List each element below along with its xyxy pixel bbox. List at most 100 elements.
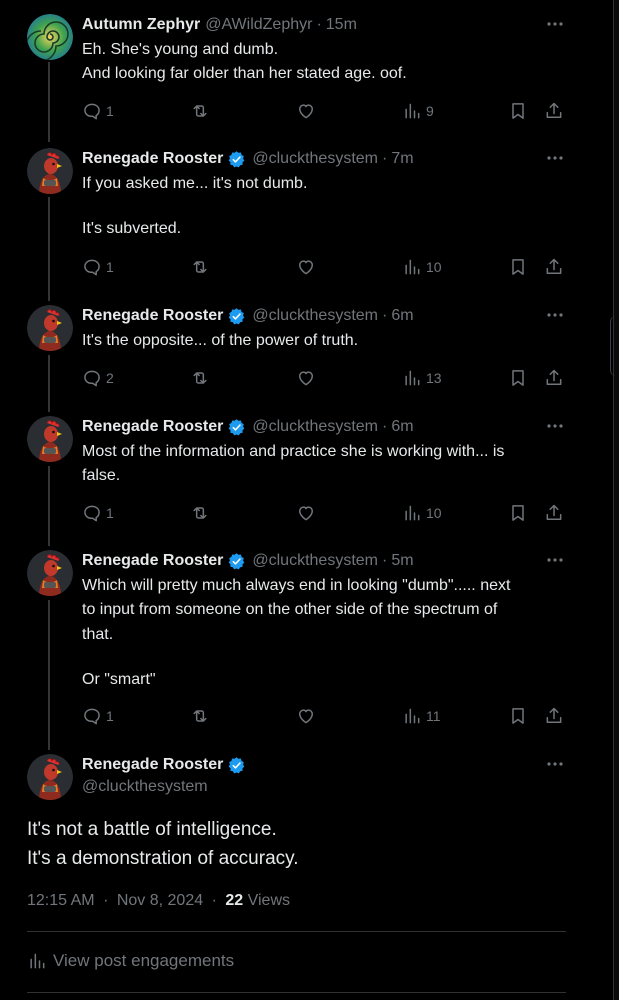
conversation-thread: Autumn Zephyr @AWildZephyr · 15m Eh. She…	[0, 0, 619, 1000]
separator: ·	[381, 307, 388, 324]
reply-tweet[interactable]: Renegade Rooster @cluckthesystem · 7m If…	[0, 148, 600, 283]
reply-tweet[interactable]: Renegade Rooster @cluckthesystem · 5m Wh…	[0, 550, 600, 735]
more-icon[interactable]	[545, 150, 565, 166]
timestamp[interactable]: 15m	[326, 16, 357, 34]
author-name[interactable]: Autumn Zephyr	[82, 16, 200, 34]
action-bar: 1 9	[82, 100, 572, 122]
share-button[interactable]	[544, 367, 564, 389]
tweet-line: And looking far older than her stated ag…	[82, 65, 407, 83]
reply-button[interactable]: 1	[82, 502, 114, 524]
separator: ·	[381, 552, 388, 569]
reply-icon	[84, 259, 100, 276]
share-button[interactable]	[544, 256, 564, 278]
main-post-text: It's not a battle of intelligence. It's …	[27, 816, 567, 873]
author-name[interactable]: Renegade Rooster	[82, 418, 223, 436]
timestamp[interactable]: 7m	[391, 150, 413, 168]
like-icon	[299, 260, 313, 275]
like-icon	[299, 709, 313, 724]
verified-badge-icon	[227, 552, 246, 571]
author-handle[interactable]: @cluckthesystem	[252, 552, 378, 570]
author-name[interactable]: Renegade Rooster	[82, 150, 223, 168]
like-icon	[299, 104, 313, 119]
repost-button[interactable]	[190, 367, 210, 389]
repost-button[interactable]	[190, 705, 210, 727]
tweet-text: It's the opposite... of the power of tru…	[82, 329, 567, 353]
author-handle[interactable]: @cluckthesystem	[252, 307, 378, 325]
post-time[interactable]: 12:15 AM	[27, 892, 95, 909]
post-date[interactable]: Nov 8, 2024	[117, 892, 203, 909]
author-handle[interactable]: @cluckthesystem	[252, 150, 378, 168]
bookmark-button[interactable]	[508, 502, 528, 524]
reply-button[interactable]: 1	[82, 705, 114, 727]
divider	[27, 992, 566, 993]
more-icon[interactable]	[545, 16, 565, 32]
main-post-header: Renegade Rooster	[82, 754, 252, 776]
repost-button[interactable]	[190, 256, 210, 278]
tweet-line: Which will pretty much always end in loo…	[82, 577, 511, 594]
avatar[interactable]	[27, 148, 73, 194]
tweet-header: Renegade Rooster @cluckthesystem · 6m	[82, 416, 414, 438]
timestamp[interactable]: 6m	[391, 307, 413, 325]
avatar[interactable]	[27, 550, 73, 596]
author-name[interactable]: Renegade Rooster	[82, 307, 223, 325]
like-button[interactable]	[296, 100, 316, 122]
nautilus-avatar-icon	[27, 14, 73, 60]
share-icon	[546, 504, 562, 520]
views-count: 10	[426, 505, 442, 521]
avatar[interactable]	[27, 14, 73, 60]
share-button[interactable]	[544, 100, 564, 122]
share-button[interactable]	[544, 705, 564, 727]
bookmark-button[interactable]	[508, 367, 528, 389]
bookmark-button[interactable]	[508, 100, 528, 122]
reply-tweet[interactable]: Renegade Rooster @cluckthesystem · 6m Mo…	[0, 416, 600, 531]
repost-button[interactable]	[190, 100, 210, 122]
tweet-line: that.	[82, 625, 114, 643]
timestamp[interactable]: 5m	[391, 552, 413, 570]
more-icon[interactable]	[545, 756, 565, 772]
repost-icon	[193, 507, 207, 519]
tweet-line: It's subverted.	[82, 220, 182, 238]
more-icon[interactable]	[545, 552, 565, 568]
views-button[interactable]: 11	[402, 705, 441, 727]
divider	[27, 931, 566, 932]
reply-count: 1	[106, 103, 114, 119]
repost-button[interactable]	[190, 502, 210, 524]
author-handle[interactable]: @AWildZephyr	[205, 16, 312, 34]
more-icon[interactable]	[545, 307, 565, 323]
verified-badge-icon	[227, 418, 246, 437]
more-icon[interactable]	[545, 418, 565, 434]
bookmark-button[interactable]	[508, 705, 528, 727]
author-name[interactable]: Renegade Rooster	[82, 552, 223, 570]
views-count: 13	[426, 370, 442, 386]
reply-tweet[interactable]: Autumn Zephyr @AWildZephyr · 15m Eh. She…	[0, 14, 600, 124]
views-total: 22	[225, 892, 244, 909]
like-button[interactable]	[296, 256, 316, 278]
scrollbar-thumb[interactable]	[610, 316, 618, 376]
views-button[interactable]: 10	[402, 502, 442, 524]
like-icon	[299, 371, 313, 386]
like-button[interactable]	[296, 367, 316, 389]
view-engagements-link[interactable]: View post engagements	[27, 951, 234, 971]
views-button[interactable]: 13	[402, 367, 442, 389]
bookmark-icon	[512, 259, 524, 275]
author-name[interactable]: Renegade Rooster	[82, 756, 223, 774]
timestamp[interactable]: 6m	[391, 418, 413, 436]
tweet-text: Most of the information and practice she…	[82, 440, 567, 489]
avatar[interactable]	[27, 754, 73, 800]
share-button[interactable]	[544, 502, 564, 524]
avatar[interactable]	[27, 305, 73, 351]
views-button[interactable]: 10	[402, 256, 442, 278]
reply-button[interactable]: 1	[82, 256, 114, 278]
share-icon	[546, 102, 562, 118]
like-button[interactable]	[296, 502, 316, 524]
avatar[interactable]	[27, 416, 73, 462]
bookmark-button[interactable]	[508, 256, 528, 278]
author-handle[interactable]: @cluckthesystem	[82, 778, 208, 796]
author-handle[interactable]: @cluckthesystem	[252, 418, 378, 436]
like-button[interactable]	[296, 705, 316, 727]
reply-button[interactable]: 1	[82, 100, 114, 122]
reply-button[interactable]: 2	[82, 367, 114, 389]
bookmark-icon	[512, 370, 524, 386]
views-button[interactable]: 9	[402, 100, 434, 122]
reply-tweet[interactable]: Renegade Rooster @cluckthesystem · 6m It…	[0, 305, 600, 395]
